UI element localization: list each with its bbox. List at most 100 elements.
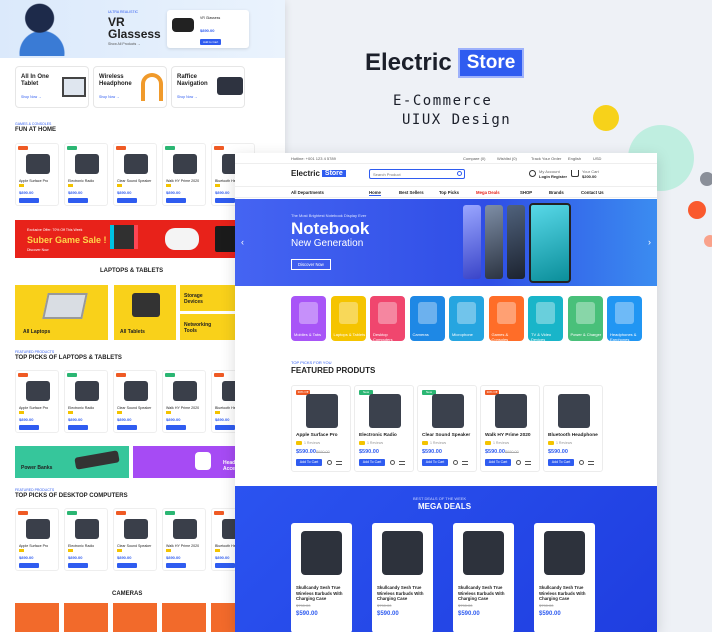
feature-card-navigation[interactable]: Raffice Navigation Shop Now → — [171, 66, 245, 108]
category-tile[interactable]: Microphone — [449, 296, 484, 341]
product-card[interactable]: Apple Surface Pro $890.00 — [15, 508, 59, 571]
category-tile[interactable]: Desktop Computers — [370, 296, 405, 342]
add-to-cart-button[interactable] — [68, 563, 88, 568]
add-to-cart-button[interactable] — [68, 425, 88, 430]
product-card[interactable]: Clear Sound Speaker $890.00 — [113, 508, 157, 571]
nav-top-picks[interactable]: Top Picks — [439, 190, 459, 195]
tile-all-tablets[interactable]: All Tablets — [114, 285, 176, 340]
add-to-cart-button[interactable]: Add To Cart — [359, 459, 385, 466]
add-to-cart-button[interactable] — [215, 425, 235, 430]
category-tile[interactable]: TV & Video Devices — [528, 296, 563, 342]
search-box[interactable] — [369, 169, 465, 179]
nav-home[interactable]: Home — [369, 190, 381, 196]
add-to-cart-button[interactable] — [166, 425, 186, 430]
mega-deal-card[interactable]: Skullcandy Sesh True Wireless Earbuds Wi… — [291, 523, 352, 632]
product-card[interactable]: Apple Surface Pro $890.00 — [15, 143, 59, 206]
add-to-cart-button[interactable]: Add To Cart — [485, 459, 511, 466]
camera-item[interactable] — [113, 603, 157, 632]
wishlist-icon[interactable] — [516, 460, 521, 465]
currency-select[interactable]: USD — [593, 156, 601, 161]
featured-product-card[interactable]: Bluetooth Headphone 1 Reviews $590.00 Add T… — [543, 385, 603, 472]
category-tile[interactable]: Games & Consoles — [488, 296, 524, 342]
search-icon[interactable] — [457, 171, 462, 176]
wishlist-icon[interactable] — [579, 460, 584, 465]
nav-all-departments[interactable]: All Departments — [291, 190, 324, 195]
camera-item[interactable] — [64, 603, 108, 632]
add-to-cart-button[interactable] — [19, 425, 39, 430]
language-select[interactable]: English — [568, 156, 581, 161]
compare-icon[interactable] — [336, 461, 342, 465]
camera-item[interactable] — [15, 603, 59, 632]
nav-best-sellers[interactable]: Best Sellers — [399, 190, 424, 195]
slider-next-icon[interactable]: › — [648, 237, 651, 247]
featured-product-card[interactable]: 30% Off Apple Surface Pro 1 Reviews $590.00… — [291, 385, 351, 472]
wishlist-icon[interactable] — [453, 460, 458, 465]
nav-mega-deals[interactable]: Mega Deals — [476, 190, 500, 195]
add-to-cart-button[interactable] — [19, 563, 39, 568]
hero-link[interactable]: Show All Products → — [108, 42, 141, 46]
category-tile[interactable]: Headphones & Earphones — [607, 296, 642, 342]
category-tile[interactable]: Mobiles & Tabs — [291, 296, 326, 341]
add-to-cart-button[interactable] — [166, 563, 186, 568]
add-to-cart-button[interactable]: Add To Cart — [296, 459, 322, 466]
product-name: Electronic Radio — [68, 544, 95, 548]
camera-item[interactable] — [162, 603, 206, 632]
featured-product-card[interactable]: 30% Off Walk HY Prime 2020 1 Reviews $590.0… — [480, 385, 540, 472]
product-card[interactable]: Apple Surface Pro $890.00 — [15, 370, 59, 433]
category-tile[interactable]: Laptops & Tablets — [330, 296, 366, 341]
add-to-cart-button[interactable] — [117, 425, 137, 430]
compare-icon[interactable] — [525, 461, 531, 465]
feature-card-tablet[interactable]: All In One Tablet Shop Now → — [15, 66, 89, 108]
add-to-cart-button[interactable]: Add To Cart — [422, 459, 448, 466]
site-logo[interactable]: Electric Store — [291, 169, 346, 178]
add-to-cart-button[interactable] — [215, 563, 235, 568]
slider-cta[interactable]: Discover Now — [291, 259, 331, 270]
compare-icon[interactable] — [399, 461, 405, 465]
mega-deal-card[interactable]: Skullcandy Sesh True Wireless Earbuds Wi… — [372, 523, 433, 632]
nav-brands[interactable]: Brands — [549, 190, 564, 195]
add-to-cart-button[interactable] — [19, 198, 39, 203]
add-to-cart-button[interactable] — [117, 563, 137, 568]
featured-product-card[interactable]: New Clear Sound Speaker 1 Reviews $590.00 Ad… — [417, 385, 477, 472]
add-to-cart-button[interactable] — [215, 198, 235, 203]
nav-contact[interactable]: Contact Us — [581, 190, 604, 195]
tile-all-laptops[interactable]: All Laptops — [15, 285, 108, 340]
product-card[interactable]: Electronic Radio $890.00 — [64, 370, 108, 433]
wishlist-icon[interactable] — [390, 460, 395, 465]
slider-prev-icon[interactable]: ‹ — [241, 237, 244, 247]
add-to-cart-button[interactable] — [166, 198, 186, 203]
add-to-cart-button[interactable] — [117, 198, 137, 203]
feature-card-headphone[interactable]: Wireless Headphone Shop Now → — [93, 66, 167, 108]
feature-card-link[interactable]: Shop Now → — [99, 95, 120, 99]
product-card[interactable]: Clear Sound Speaker $890.00 — [113, 370, 157, 433]
product-name: Electronic Radio — [68, 406, 95, 410]
compare-icon[interactable] — [462, 461, 468, 465]
compare-link[interactable]: Compare (0) — [463, 156, 485, 161]
product-card[interactable]: Clear Sound Speaker $890.00 — [113, 143, 157, 206]
nav-bar: All Departments Home Best Sellers Top Pi… — [235, 186, 657, 198]
add-to-cart-button[interactable]: Add To Cart — [548, 459, 574, 466]
product-card[interactable]: Electronic Radio $890.00 — [64, 508, 108, 571]
wishlist-link[interactable]: Wishlist (0) — [497, 156, 517, 161]
feature-card-link[interactable]: Shop Now → — [177, 95, 198, 99]
product-card[interactable]: Electronic Radio $890.00 — [64, 143, 108, 206]
nav-shop[interactable]: SHOP — [520, 190, 532, 195]
add-to-cart-button[interactable] — [68, 198, 88, 203]
track-order-link[interactable]: Track Your Order — [531, 156, 561, 161]
product-card[interactable]: Walk HY Prime 2020 $890.00 — [162, 370, 206, 433]
mega-deal-card[interactable]: Skullcandy Sesh True Wireless Earbuds Wi… — [534, 523, 595, 632]
compare-icon[interactable] — [588, 461, 594, 465]
user-icon — [529, 170, 536, 177]
category-tile[interactable]: Cameras — [409, 296, 445, 341]
product-card[interactable]: Walk HY Prime 2020 $890.00 — [162, 143, 206, 206]
power-banks-banner[interactable]: Power Banks — [15, 446, 129, 478]
mega-deal-card[interactable]: Skullcandy Sesh True Wireless Earbuds Wi… — [453, 523, 514, 632]
category-tile[interactable]: Power & Charger — [567, 296, 603, 341]
feature-card-link[interactable]: Shop Now → — [21, 95, 42, 99]
featured-product-card[interactable]: New Electronic Radio 1 Reviews $590.00 Add T… — [354, 385, 414, 472]
hero-add-to-cart[interactable]: Add to Cart — [200, 39, 222, 45]
product-card[interactable]: Walk HY Prime 2020 $890.00 — [162, 508, 206, 571]
wishlist-icon[interactable] — [327, 460, 332, 465]
search-input[interactable] — [370, 170, 452, 178]
game-banner-link[interactable]: Discover Now — [27, 248, 49, 252]
